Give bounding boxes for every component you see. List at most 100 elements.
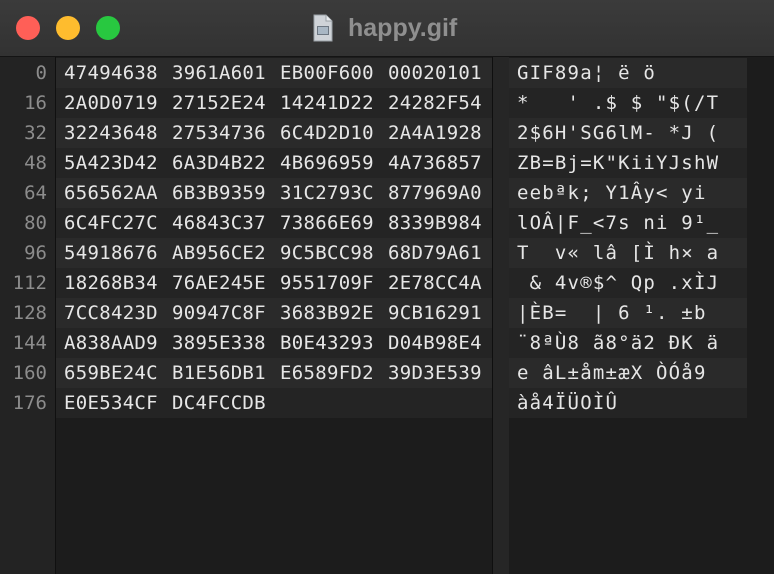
ascii-row[interactable]: àå4ÏÜOÌÛ [509, 388, 747, 418]
row-offset: 32 [24, 122, 47, 144]
hex-word[interactable]: 4A736857 [388, 148, 482, 178]
hex-word[interactable]: 27152E24 [172, 88, 266, 118]
hex-word[interactable]: 2A4A1928 [388, 118, 482, 148]
hex-word[interactable]: AB956CE2 [172, 238, 266, 268]
hex-row[interactable]: 47494638 3961A601 EB00F600 00020101 [56, 58, 492, 88]
hex-word[interactable]: 5A423D42 [64, 148, 158, 178]
row-offset: 96 [24, 242, 47, 264]
hex-word[interactable]: 9551709F [280, 268, 374, 298]
pane-divider[interactable] [492, 57, 510, 574]
ascii-text[interactable]: ¨8ªÙ8 ã8°ä2 ÐK ä [517, 328, 719, 358]
hex-word[interactable]: 2A0D0719 [64, 88, 158, 118]
hex-word[interactable]: 46843C37 [172, 208, 266, 238]
row-offset: 16 [24, 92, 47, 114]
ascii-text[interactable]: eebªk; Y1Ây< yi [517, 178, 707, 208]
hex-word[interactable]: D04B98E4 [388, 328, 482, 358]
ascii-row[interactable]: lOÂ|F_<7s ni 9¹_ [509, 208, 747, 238]
hex-word[interactable]: 659BE24C [64, 358, 158, 388]
hex-word[interactable]: 27534736 [172, 118, 266, 148]
close-button[interactable]: ✕ [16, 16, 40, 40]
hex-word[interactable]: 9C5BCC98 [280, 238, 374, 268]
row-offset: 48 [24, 152, 47, 174]
ascii-row[interactable]: * ' .$ $ "$(/T [509, 88, 747, 118]
hex-word[interactable]: EB00F600 [280, 58, 374, 88]
window-title: happy.gif [312, 12, 457, 44]
ascii-text[interactable]: & 4v®$^ Qp .xÌJ [517, 268, 719, 298]
hex-row[interactable]: A838AAD9 3895E338 B0E43293 D04B98E4 [56, 328, 492, 358]
hex-word[interactable]: 47494638 [64, 58, 158, 88]
ascii-row[interactable]: eebªk; Y1Ây< yi [509, 178, 747, 208]
ascii-row[interactable]: GIF89a¦ ë ö [509, 58, 747, 88]
hex-word[interactable]: 90947C8F [172, 298, 266, 328]
hex-word[interactable]: 54918676 [64, 238, 158, 268]
row-offset: 112 [12, 272, 47, 294]
hex-word[interactable]: 7CC8423D [64, 298, 158, 328]
ascii-text[interactable]: ZB=Bj=K"KiiYJshW [517, 148, 719, 178]
hex-editor-window: ✕ − + happy.gif 0 47494638 3961A601 EB00F60… [0, 0, 774, 574]
hex-word[interactable]: 6C4D2D10 [280, 118, 374, 148]
row-offset: 176 [12, 392, 47, 414]
hex-word[interactable]: 8339B984 [388, 208, 482, 238]
hex-word[interactable]: 6A3D4B22 [172, 148, 266, 178]
hex-word[interactable]: 32243648 [64, 118, 158, 148]
hex-word[interactable]: 877969A0 [388, 178, 482, 208]
ascii-row[interactable]: |ÈB= | 6 ¹. ±b [509, 298, 747, 328]
ascii-text[interactable]: T v« lâ [Ì h× a [517, 238, 719, 268]
ascii-text[interactable]: e âL±åm±æX ÒÓå9 [517, 358, 707, 388]
hex-row[interactable]: 32243648 27534736 6C4D2D10 2A4A1928 [56, 118, 492, 148]
hex-word[interactable]: 3683B92E [280, 298, 374, 328]
hex-word[interactable]: 6C4FC27C [64, 208, 158, 238]
ascii-text[interactable]: àå4ÏÜOÌÛ [517, 388, 618, 418]
hex-word[interactable]: 2E78CC4A [388, 268, 482, 298]
hex-row[interactable]: 18268B34 76AE245E 9551709F 2E78CC4A [56, 268, 492, 298]
ascii-text[interactable]: GIF89a¦ ë ö [517, 58, 656, 88]
minimize-button[interactable]: − [56, 16, 80, 40]
hex-word[interactable]: 68D79A61 [388, 238, 482, 268]
hex-word[interactable]: A838AAD9 [64, 328, 158, 358]
hex-word[interactable]: 3895E338 [172, 328, 266, 358]
hex-word[interactable]: B0E43293 [280, 328, 374, 358]
hex-row[interactable]: 5A423D42 6A3D4B22 4B696959 4A736857 [56, 148, 492, 178]
ascii-text[interactable]: 2$6H'SG6lM- *J ( [517, 118, 719, 148]
window-title-text: happy.gif [348, 13, 458, 42]
hex-word[interactable]: 9CB16291 [388, 298, 482, 328]
ascii-row[interactable]: T v« lâ [Ì h× a [509, 238, 747, 268]
hex-word[interactable]: 3961A601 [172, 58, 266, 88]
hex-word[interactable]: DC4FCCDB [172, 388, 266, 418]
hex-word[interactable]: 6B3B9359 [172, 178, 266, 208]
hex-word[interactable]: 73866E69 [280, 208, 374, 238]
hex-row[interactable]: 54918676 AB956CE2 9C5BCC98 68D79A61 [56, 238, 492, 268]
hex-word[interactable]: 18268B34 [64, 268, 158, 298]
hex-word[interactable]: 00020101 [388, 58, 482, 88]
ascii-row[interactable]: ¨8ªÙ8 ã8°ä2 ÐK ä [509, 328, 747, 358]
ascii-text[interactable]: |ÈB= | 6 ¹. ±b [517, 298, 707, 328]
hex-row[interactable]: 659BE24C B1E56DB1 E6589FD2 39D3E539 [56, 358, 492, 388]
hex-row[interactable]: 7CC8423D 90947C8F 3683B92E 9CB16291 [56, 298, 492, 328]
row-offset: 0 [35, 62, 47, 84]
zoom-button[interactable]: + [96, 16, 120, 40]
row-offset: 128 [12, 302, 47, 324]
ascii-row[interactable]: e âL±åm±æX ÒÓå9 [509, 358, 747, 388]
hex-word[interactable]: E6589FD2 [280, 358, 374, 388]
hex-word[interactable]: 4B696959 [280, 148, 374, 178]
ascii-row[interactable]: 2$6H'SG6lM- *J ( [509, 118, 747, 148]
ascii-text[interactable]: * ' .$ $ "$(/T [517, 88, 719, 118]
hex-word[interactable]: B1E56DB1 [172, 358, 266, 388]
ascii-row[interactable]: ZB=Bj=K"KiiYJshW [509, 148, 747, 178]
hex-word[interactable]: E0E534CF [64, 388, 158, 418]
hex-row[interactable]: 656562AA 6B3B9359 31C2793C 877969A0 [56, 178, 492, 208]
hex-word[interactable]: 24282F54 [388, 88, 482, 118]
hex-word[interactable]: 39D3E539 [388, 358, 482, 388]
hex-word[interactable]: 31C2793C [280, 178, 374, 208]
row-offset: 80 [24, 212, 47, 234]
hex-word[interactable]: 14241D22 [280, 88, 374, 118]
ascii-text[interactable]: lOÂ|F_<7s ni 9¹_ [517, 208, 719, 238]
hex-row[interactable]: E0E534CF DC4FCCDB [56, 388, 492, 418]
ascii-row[interactable]: & 4v®$^ Qp .xÌJ [509, 268, 747, 298]
hex-row[interactable]: 2A0D0719 27152E24 14241D22 24282F54 [56, 88, 492, 118]
row-offset: 64 [24, 182, 47, 204]
hex-word[interactable]: 656562AA [64, 178, 158, 208]
hex-row[interactable]: 6C4FC27C 46843C37 73866E69 8339B984 [56, 208, 492, 238]
title-bar[interactable]: ✕ − + happy.gif [0, 0, 774, 57]
hex-word[interactable]: 76AE245E [172, 268, 266, 298]
